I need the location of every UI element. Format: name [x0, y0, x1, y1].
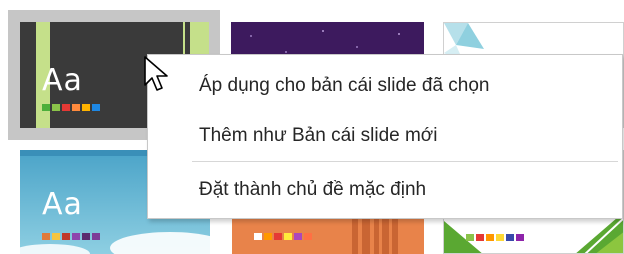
- swatch: [52, 104, 60, 111]
- theme-color-swatches: [42, 104, 100, 111]
- swatch: [92, 233, 100, 240]
- swatch: [92, 104, 100, 111]
- swatch: [516, 234, 524, 241]
- swatch: [42, 104, 50, 111]
- context-menu: Áp dụng cho bản cái slide đã chọn Thêm n…: [147, 54, 623, 219]
- swatch: [42, 233, 50, 240]
- swatch: [72, 104, 80, 111]
- theme-preview-text: Aa: [42, 63, 83, 98]
- theme-color-swatches: [466, 234, 524, 241]
- menu-item-apply-to-selected-master[interactable]: Áp dụng cho bản cái slide đã chọn: [148, 67, 622, 105]
- swatch: [304, 233, 312, 240]
- swatch: [506, 234, 514, 241]
- swatch: [496, 234, 504, 241]
- swatch: [254, 233, 262, 240]
- swatch: [52, 233, 60, 240]
- swatch: [294, 233, 302, 240]
- theme-gallery: Aa Aa Áp dụng cho bản cái slide đã chọn …: [0, 0, 624, 254]
- swatch: [284, 233, 292, 240]
- swatch: [62, 233, 70, 240]
- swatch: [264, 233, 272, 240]
- menu-item-add-as-new-master[interactable]: Thêm như Bản cái slide mới: [148, 117, 622, 155]
- mouse-cursor-icon: [144, 56, 168, 91]
- menu-separator: [192, 161, 618, 162]
- theme-preview-text: Aa: [42, 187, 83, 222]
- menu-item-set-as-default-theme[interactable]: Đặt thành chủ đề mặc định: [148, 171, 622, 209]
- swatch: [82, 104, 90, 111]
- swatch: [476, 234, 484, 241]
- swatch: [466, 234, 474, 241]
- swatch: [486, 234, 494, 241]
- theme-color-swatches: [254, 233, 312, 240]
- swatch: [72, 233, 80, 240]
- swatch: [82, 233, 90, 240]
- theme-color-swatches: [42, 233, 100, 240]
- swatch: [62, 104, 70, 111]
- swatch: [274, 233, 282, 240]
